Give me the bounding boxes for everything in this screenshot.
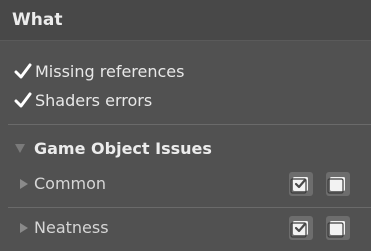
group-title: Game Object Issues xyxy=(34,138,212,158)
missing-references-label: Missing references xyxy=(35,61,185,81)
what-panel: What Missing references Shaders errors G… xyxy=(0,0,371,251)
checkbox-checked-icon xyxy=(290,177,308,194)
checkbox-empty-icon xyxy=(327,221,345,238)
shaders-errors-checkbox-row[interactable]: Shaders errors xyxy=(14,89,152,111)
section-header: What xyxy=(0,0,371,41)
triangle-down-icon xyxy=(15,144,25,153)
checkmark-icon[interactable] xyxy=(14,91,32,109)
game-object-issues-foldout[interactable]: Game Object Issues xyxy=(14,137,212,159)
select-all-button[interactable] xyxy=(289,172,313,196)
neatness-row[interactable]: Neatness xyxy=(0,211,371,245)
divider xyxy=(8,207,371,208)
checkmark-icon[interactable] xyxy=(14,62,32,80)
shaders-errors-label: Shaders errors xyxy=(35,90,153,110)
triangle-right-icon[interactable] xyxy=(19,178,29,190)
neatness-label: Neatness xyxy=(34,218,109,237)
common-row[interactable]: Common xyxy=(0,167,371,201)
select-all-button[interactable] xyxy=(289,216,313,240)
triangle-right-icon[interactable] xyxy=(19,222,29,234)
checkbox-empty-icon xyxy=(327,177,345,194)
missing-references-checkbox-row[interactable]: Missing references xyxy=(14,60,184,82)
select-none-button[interactable] xyxy=(326,172,350,196)
common-label: Common xyxy=(34,174,107,193)
checkbox-checked-icon xyxy=(290,221,308,238)
select-none-button[interactable] xyxy=(326,216,350,240)
section-title: What xyxy=(12,10,63,30)
divider xyxy=(8,124,371,125)
